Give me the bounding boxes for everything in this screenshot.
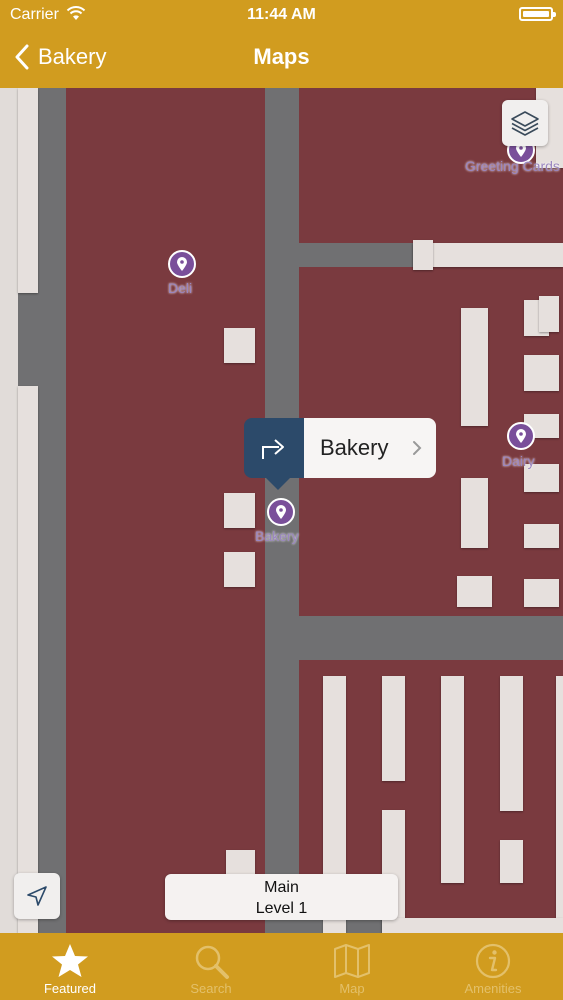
- map-fixture: [18, 88, 38, 293]
- status-time: 11:44 AM: [247, 6, 316, 23]
- poi-callout[interactable]: Bakery: [244, 418, 436, 490]
- tab-map[interactable]: Map: [282, 933, 422, 1000]
- level-building: Main: [264, 879, 299, 896]
- tab-label: Featured: [43, 981, 97, 996]
- map-fixture: [224, 552, 255, 587]
- tab-label: Map: [339, 981, 365, 996]
- map-fixture: [556, 676, 563, 933]
- pin-icon: [516, 429, 526, 443]
- location-arrow-icon: [27, 886, 47, 906]
- map-fixture: [461, 478, 488, 548]
- tab-bar: Featured Search Map Amenities: [0, 933, 563, 1000]
- map-fixture: [539, 296, 559, 332]
- map-fixture: [382, 676, 405, 781]
- map-fixture: [457, 576, 492, 607]
- map-fixture: [441, 676, 464, 883]
- poi-marker-dairy[interactable]: [507, 422, 535, 450]
- tab-label: Search: [190, 981, 232, 996]
- star-icon: [52, 944, 88, 977]
- tab-amenities[interactable]: Amenities: [423, 933, 563, 1000]
- top-bar: Carrier 11:44 AM Bakery Maps: [0, 0, 563, 88]
- poi-label: Dairy: [502, 453, 535, 469]
- poi-marker-deli[interactable]: [168, 250, 196, 278]
- layers-icon: [511, 111, 539, 136]
- map-fixture: [500, 840, 523, 883]
- map-wall: [0, 88, 18, 933]
- tab-search[interactable]: Search: [141, 933, 281, 1000]
- poi-marker-bakery[interactable]: [267, 498, 295, 526]
- battery-icon: [519, 7, 556, 21]
- map-fixture: [413, 243, 563, 267]
- map-fixture: [224, 493, 255, 528]
- pin-icon: [177, 257, 187, 271]
- tab-label: Amenities: [464, 981, 522, 996]
- map-fixture: [18, 386, 38, 933]
- callout-details-button[interactable]: Bakery: [304, 418, 436, 478]
- poi-label: Bakery: [255, 528, 299, 544]
- map-fixture: [413, 240, 433, 270]
- callout-tail: [266, 478, 290, 490]
- pin-icon: [276, 505, 286, 519]
- directions-button[interactable]: [244, 418, 304, 478]
- level-selector[interactable]: Main Level 1: [165, 874, 398, 920]
- layers-button[interactable]: [502, 100, 548, 146]
- store-map[interactable]: Greeting Cards Deli Dairy Bakery Bakery: [0, 88, 563, 933]
- level-floor: Level 1: [255, 900, 308, 917]
- map-icon: [334, 944, 370, 978]
- info-icon: [475, 943, 511, 979]
- nav-bar: Bakery Maps: [0, 30, 563, 88]
- map-fixture: [382, 918, 563, 933]
- chevron-right-icon: [413, 441, 422, 455]
- poi-label: Greeting Cards: [465, 158, 560, 174]
- search-icon: [195, 945, 229, 979]
- map-aisle: [299, 616, 563, 660]
- map-fixture: [224, 328, 255, 363]
- map-fixture: [461, 308, 488, 426]
- page-title: Maps: [253, 44, 310, 69]
- status-bar: Carrier 11:44 AM: [0, 0, 563, 30]
- poi-label: Deli: [168, 280, 193, 296]
- map-fixture: [524, 524, 559, 548]
- map-fixture: [500, 676, 523, 811]
- map-fixture: [524, 579, 559, 607]
- map-fixture: [524, 355, 559, 391]
- tab-featured[interactable]: Featured: [0, 933, 140, 1000]
- callout-label: Bakery: [320, 435, 389, 460]
- locate-me-button[interactable]: [14, 873, 60, 919]
- map-fixture: [226, 850, 255, 874]
- turn-right-icon: [262, 439, 284, 459]
